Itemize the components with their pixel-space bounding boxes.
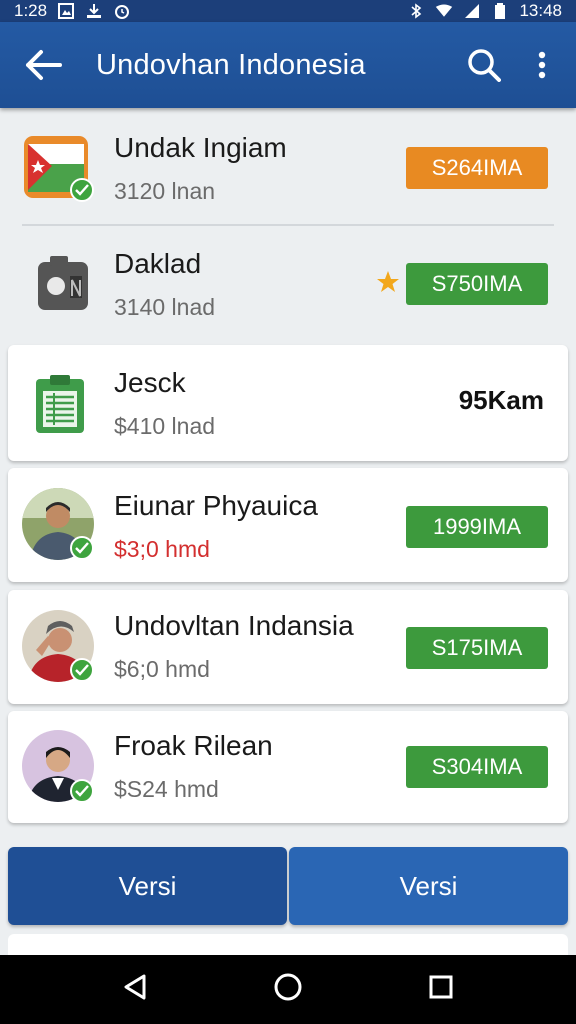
circle-home-icon bbox=[274, 973, 302, 1001]
item-subtitle: 3120 lnan bbox=[114, 178, 216, 204]
status-clock: 13:48 bbox=[519, 1, 562, 20]
item-text: Froak Rilean $S24 hmd bbox=[114, 730, 273, 803]
list-card[interactable]: Undovltan Indansia $6;0 hmd S175IMA bbox=[8, 590, 568, 704]
item-subtitle: $S24 hmd bbox=[114, 776, 219, 802]
item-name: Undovltan Indansia bbox=[114, 610, 354, 641]
verified-check-icon bbox=[70, 658, 94, 682]
status-right: 13:48 bbox=[407, 1, 562, 21]
tab-versi-right[interactable]: Versi bbox=[289, 847, 568, 925]
triangle-back-icon bbox=[124, 974, 146, 1000]
item-subtitle: 3140 lnad bbox=[114, 294, 216, 320]
item-name: Eiunar Phyauica bbox=[114, 490, 318, 521]
item-name: Daklad bbox=[114, 248, 202, 279]
notification-download-icon bbox=[85, 3, 103, 19]
square-recents-icon bbox=[429, 975, 453, 999]
wifi-icon bbox=[435, 3, 453, 19]
list-card[interactable]: Eiunar Phyauica $3;0 hmd 1999IMA bbox=[8, 468, 568, 582]
item-text: Undovltan Indansia $6;0 hmd bbox=[114, 610, 354, 683]
nav-recents-button[interactable] bbox=[428, 974, 454, 1005]
overflow-menu-button[interactable] bbox=[514, 22, 570, 108]
list-item[interactable]: Daklad 3140 lnad S750IMA bbox=[0, 226, 576, 342]
status-left: 1:28 bbox=[14, 1, 131, 21]
status-bar: 1:28 13:48 bbox=[0, 0, 576, 22]
page-title: Undovhan Indonesia bbox=[96, 48, 366, 81]
item-name: Froak Rilean bbox=[114, 730, 273, 761]
back-button[interactable] bbox=[0, 22, 86, 108]
verified-check-icon bbox=[70, 178, 94, 202]
item-name: Jesck bbox=[114, 367, 186, 398]
verified-check-icon bbox=[70, 779, 94, 803]
battery-icon bbox=[491, 3, 509, 19]
item-text: Daklad 3140 lnad bbox=[114, 248, 215, 321]
item-text: Eiunar Phyauica $3;0 hmd bbox=[114, 490, 318, 563]
notification-image-icon bbox=[57, 3, 75, 19]
item-subtitle: $410 lnad bbox=[114, 413, 216, 439]
search-icon bbox=[468, 49, 501, 82]
spreadsheet-icon bbox=[34, 373, 86, 437]
bottom-tabs: Versi Versi bbox=[8, 847, 568, 925]
price-badge[interactable]: S175IMA bbox=[406, 627, 548, 669]
verified-check-icon bbox=[70, 536, 94, 560]
item-subtitle: $3;0 hmd bbox=[114, 536, 210, 562]
item-text: Undak Ingiam 3120 lnan bbox=[114, 132, 287, 205]
camera-icon bbox=[36, 254, 92, 312]
price-badge[interactable]: S304IMA bbox=[406, 746, 548, 788]
list-card[interactable]: Jesck $410 lnad 95Kam bbox=[8, 345, 568, 461]
item-name: Undak Ingiam bbox=[114, 132, 287, 163]
bluetooth-icon bbox=[407, 3, 425, 19]
price-badge[interactable]: S264IMA bbox=[406, 147, 548, 189]
search-button[interactable] bbox=[454, 22, 514, 108]
nav-back-button[interactable] bbox=[122, 973, 148, 1006]
price-badge[interactable]: S750IMA bbox=[406, 263, 548, 305]
system-nav-bar bbox=[0, 955, 576, 1024]
notification-alarm-icon bbox=[113, 3, 131, 19]
tab-versi-left[interactable]: Versi bbox=[8, 847, 287, 925]
price-label: 95Kam bbox=[458, 385, 544, 415]
more-vert-icon bbox=[538, 51, 546, 79]
star-icon[interactable] bbox=[376, 270, 400, 299]
status-time: 1:28 bbox=[14, 1, 48, 20]
item-text: Jesck $410 lnad bbox=[114, 367, 215, 440]
arrow-back-icon bbox=[26, 50, 62, 80]
list-item[interactable]: Undak Ingiam 3120 lnan S264IMA bbox=[0, 110, 576, 226]
top-list: Undak Ingiam 3120 lnan S264IMA Daklad 31… bbox=[0, 110, 576, 342]
price-badge[interactable]: 1999IMA bbox=[406, 506, 548, 548]
item-subtitle: $6;0 hmd bbox=[114, 656, 210, 682]
nav-home-button[interactable] bbox=[273, 972, 303, 1007]
list-card[interactable]: Froak Rilean $S24 hmd S304IMA bbox=[8, 711, 568, 823]
app-bar: Undovhan Indonesia bbox=[0, 22, 576, 108]
signal-icon bbox=[463, 3, 481, 19]
